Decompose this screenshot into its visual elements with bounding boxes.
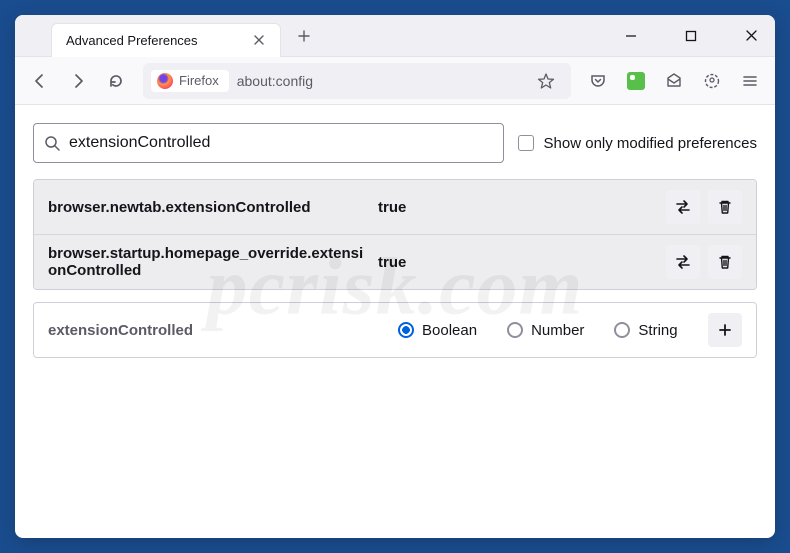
minimize-button[interactable]: [613, 18, 649, 54]
checkbox-icon: [518, 135, 534, 151]
url-text: about:config: [237, 73, 529, 89]
pocket-icon[interactable]: [581, 64, 615, 98]
firefox-logo-icon: [157, 73, 173, 89]
about-config-content: Show only modified preferences browser.n…: [15, 105, 775, 538]
tab-strip: Advanced Preferences: [15, 15, 613, 56]
maximize-button[interactable]: [673, 18, 709, 54]
navigation-toolbar: Firefox about:config: [15, 57, 775, 105]
titlebar: Advanced Preferences: [15, 15, 775, 57]
close-tab-icon[interactable]: [248, 29, 270, 51]
preference-value: true: [378, 254, 656, 271]
new-tab-button[interactable]: [289, 21, 319, 51]
add-preference-row: extensionControlled Boolean Number Strin…: [34, 303, 756, 357]
preference-row[interactable]: browser.newtab.extensionControlled true: [34, 180, 756, 235]
extension-icon[interactable]: [619, 64, 653, 98]
radio-icon: [398, 322, 414, 338]
preference-name: browser.startup.homepage_override.extens…: [48, 245, 368, 279]
identity-box[interactable]: Firefox: [151, 70, 229, 92]
tab-active[interactable]: Advanced Preferences: [51, 23, 281, 57]
preference-results: browser.newtab.extensionControlled true …: [33, 179, 757, 290]
show-modified-label: Show only modified preferences: [544, 135, 757, 152]
window-controls: [613, 18, 775, 54]
preference-search-box[interactable]: [33, 123, 504, 163]
toggle-button[interactable]: [666, 245, 700, 279]
back-button[interactable]: [23, 64, 57, 98]
url-bar[interactable]: Firefox about:config: [143, 63, 571, 99]
add-button[interactable]: [708, 313, 742, 347]
show-modified-checkbox[interactable]: Show only modified preferences: [518, 135, 757, 152]
add-preference-block: extensionControlled Boolean Number Strin…: [33, 302, 757, 358]
preference-value: true: [378, 199, 656, 216]
type-radio-group: Boolean Number String: [378, 322, 698, 339]
inbox-icon[interactable]: [657, 64, 691, 98]
browser-window: Advanced Preferences Firefox about:con: [15, 15, 775, 538]
add-preference-name: extensionControlled: [48, 322, 368, 339]
search-row: Show only modified preferences: [33, 123, 757, 163]
radio-number[interactable]: Number: [507, 322, 584, 339]
delete-button[interactable]: [708, 245, 742, 279]
forward-button[interactable]: [61, 64, 95, 98]
tab-title: Advanced Preferences: [66, 33, 248, 48]
menu-button[interactable]: [733, 64, 767, 98]
toggle-button[interactable]: [666, 190, 700, 224]
radio-boolean[interactable]: Boolean: [398, 322, 477, 339]
preference-name: browser.newtab.extensionControlled: [48, 199, 368, 216]
radio-icon: [614, 322, 630, 338]
account-icon[interactable]: [695, 64, 729, 98]
preference-search-input[interactable]: [69, 134, 493, 152]
preference-row[interactable]: browser.startup.homepage_override.extens…: [34, 235, 756, 289]
radio-string[interactable]: String: [614, 322, 677, 339]
search-icon: [44, 135, 61, 152]
radio-icon: [507, 322, 523, 338]
close-window-button[interactable]: [733, 18, 769, 54]
bookmark-star-icon[interactable]: [529, 64, 563, 98]
delete-button[interactable]: [708, 190, 742, 224]
identity-label: Firefox: [179, 73, 219, 88]
reload-button[interactable]: [99, 64, 133, 98]
